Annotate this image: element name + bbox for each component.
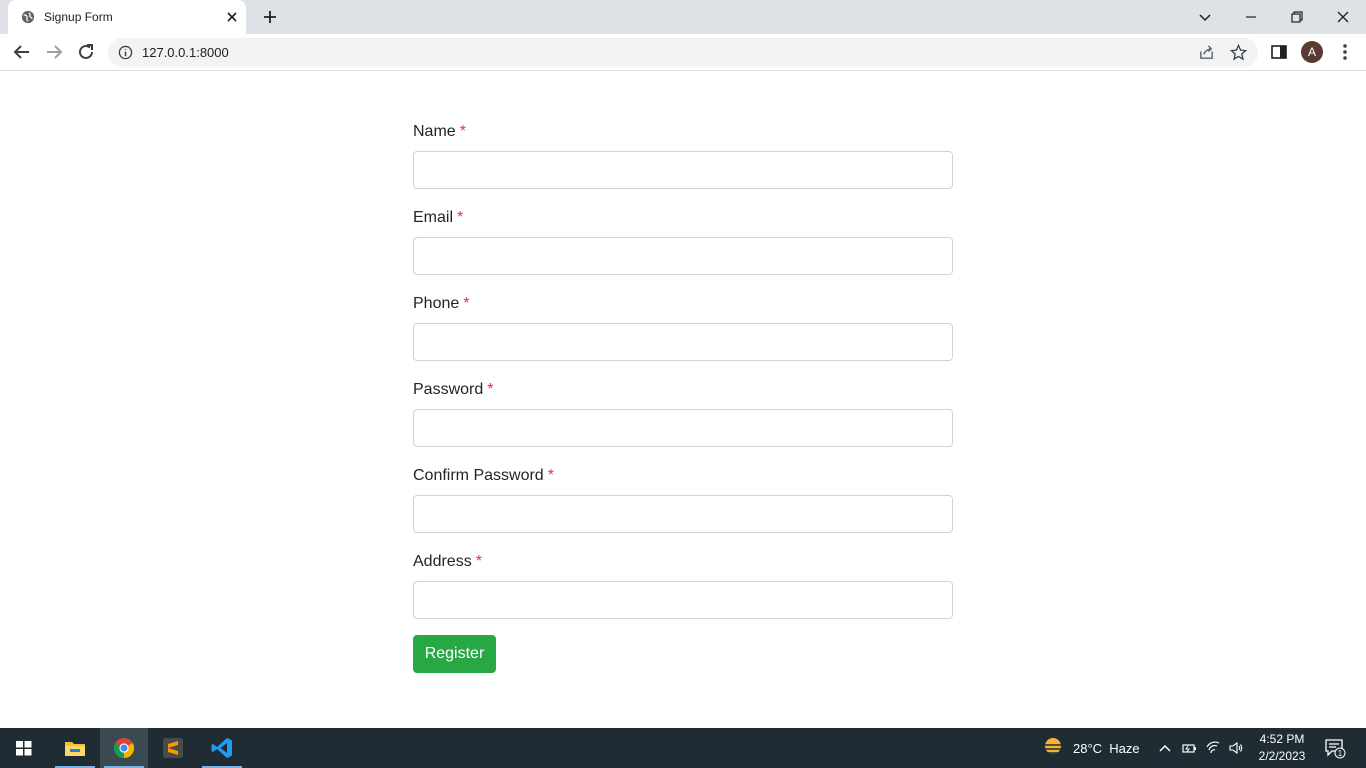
clock-time[interactable]: 4:52 PM	[1258, 732, 1306, 746]
notification-icon: 1	[1325, 739, 1346, 759]
file-explorer-icon	[65, 742, 85, 756]
email-label-text: Email	[413, 209, 454, 226]
minimize-icon[interactable]	[1240, 6, 1262, 28]
tab-signup-form[interactable]: Signup Form	[8, 0, 246, 34]
wifi-icon[interactable]	[1205, 740, 1221, 756]
required-asterisk: *	[457, 209, 464, 226]
required-asterisk: *	[463, 295, 470, 312]
password-label-text: Password	[413, 381, 484, 398]
confirm-password-input[interactable]	[413, 495, 953, 533]
site-info-icon[interactable]	[118, 45, 133, 60]
reload-icon[interactable]	[75, 41, 97, 63]
password-label: Password *	[413, 381, 493, 399]
required-asterisk: *	[459, 123, 466, 140]
battery-icon[interactable]	[1181, 740, 1197, 756]
profile-avatar[interactable]: A	[1301, 41, 1323, 63]
address-bar[interactable]: 127.0.0.1:8000	[108, 38, 1258, 67]
required-asterisk: *	[547, 467, 554, 484]
restore-icon[interactable]	[1286, 6, 1308, 28]
address-label: Address *	[413, 553, 482, 571]
forward-icon[interactable]	[43, 41, 65, 63]
chevron-up-icon[interactable]	[1157, 740, 1173, 756]
sublime-text-icon	[163, 738, 183, 758]
confirm-password-label: Confirm Password *	[413, 467, 554, 485]
side-panel-icon[interactable]	[1270, 43, 1288, 61]
notification-count: 1	[1338, 749, 1343, 758]
required-asterisk: *	[487, 381, 494, 398]
email-label: Email *	[413, 209, 463, 227]
tab-search-icon[interactable]	[1194, 6, 1216, 28]
taskbar-vscode[interactable]	[198, 728, 246, 768]
close-window-icon[interactable]	[1332, 6, 1354, 28]
address-input[interactable]	[413, 581, 953, 619]
back-icon[interactable]	[11, 41, 33, 63]
globe-icon	[21, 10, 35, 24]
volume-icon[interactable]	[1228, 740, 1244, 756]
bookmark-star-icon[interactable]	[1230, 44, 1247, 61]
menu-kebab-icon[interactable]	[1336, 42, 1354, 62]
url-text[interactable]: 127.0.0.1:8000	[142, 45, 229, 60]
name-label: Name *	[413, 123, 466, 141]
password-input[interactable]	[413, 409, 953, 447]
tab-strip: Signup Form	[0, 0, 1366, 34]
register-button[interactable]: Register	[413, 635, 496, 673]
name-label-text: Name	[413, 123, 456, 140]
vscode-icon	[211, 738, 232, 758]
phone-label-text: Phone	[413, 295, 460, 312]
taskbar-chrome[interactable]	[100, 728, 148, 768]
start-icon	[16, 741, 32, 756]
taskbar-file-explorer[interactable]	[51, 728, 99, 768]
chrome-icon	[113, 738, 135, 759]
share-icon[interactable]	[1198, 44, 1215, 61]
notification-center-button[interactable]: 1	[1324, 737, 1346, 759]
taskbar-sublime-text[interactable]	[149, 728, 197, 768]
name-input[interactable]	[413, 151, 953, 189]
phone-input[interactable]	[413, 323, 953, 361]
taskbar: 28°C Haze 4:52 PM 2/2/2023 1	[0, 728, 1366, 768]
close-tab-icon[interactable]	[224, 9, 240, 25]
new-tab-icon[interactable]	[261, 8, 279, 26]
browser-toolbar: 127.0.0.1:8000 A	[0, 34, 1366, 71]
clock-date[interactable]: 2/2/2023	[1254, 749, 1310, 763]
haze-weather-icon[interactable]	[1040, 736, 1066, 760]
phone-label: Phone *	[413, 295, 470, 313]
email-input[interactable]	[413, 237, 953, 275]
start-button[interactable]	[0, 728, 48, 768]
required-asterisk: *	[475, 553, 482, 570]
weather-text[interactable]: 28°C Haze	[1073, 741, 1140, 756]
tab-title: Signup Form	[44, 10, 113, 24]
address-label-text: Address	[413, 553, 472, 570]
confirm-password-label-text: Confirm Password	[413, 467, 544, 484]
